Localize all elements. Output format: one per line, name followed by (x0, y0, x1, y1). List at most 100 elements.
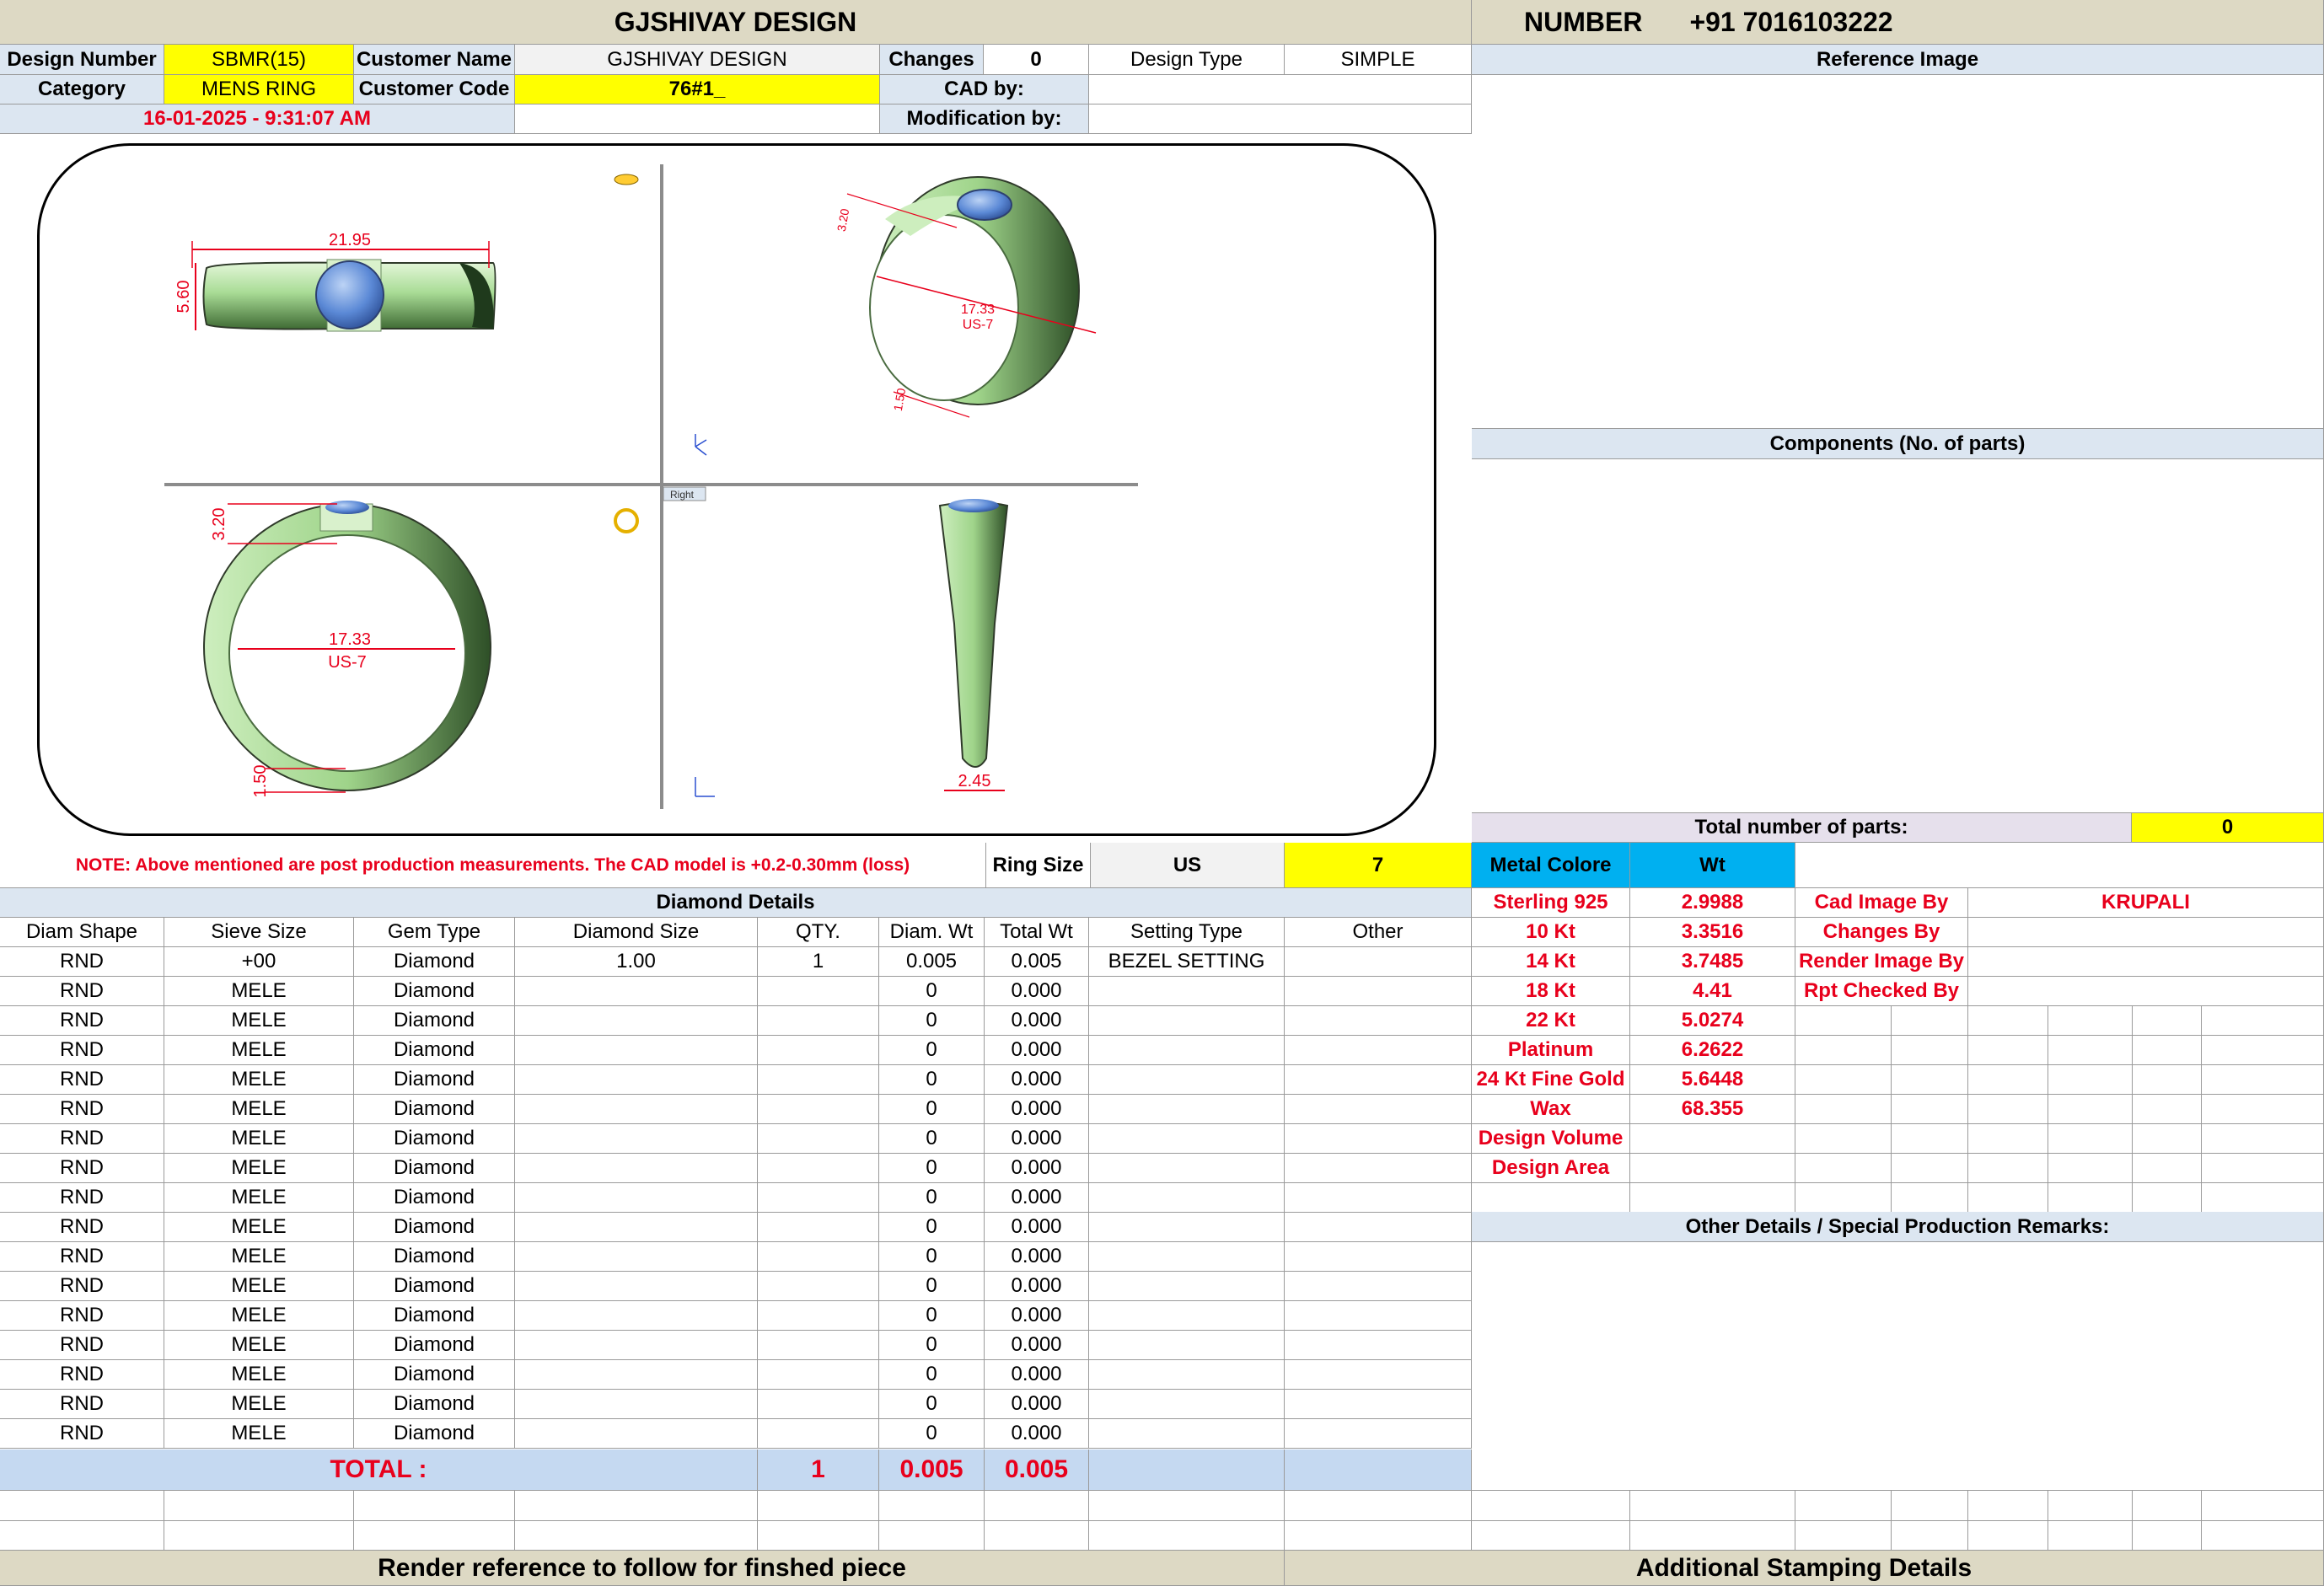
metal-weight[interactable]: 4.41 (1630, 977, 1795, 1006)
diamond-cell[interactable] (1285, 947, 1472, 977)
metal-weight[interactable]: 3.3516 (1630, 918, 1795, 947)
diamond-cell[interactable] (758, 1419, 879, 1449)
blank-grid-cell (2133, 1491, 2202, 1521)
diamond-cell[interactable] (1089, 1419, 1285, 1449)
total-parts-value[interactable]: 0 (2132, 813, 2324, 843)
metal-name: 22 Kt (1472, 1006, 1630, 1036)
diamond-cell[interactable] (515, 1036, 758, 1065)
credit-value[interactable] (1968, 947, 2324, 977)
diamond-cell: 0 (879, 1242, 985, 1272)
diamond-cell[interactable] (1285, 1006, 1472, 1036)
diamond-cell[interactable] (515, 1390, 758, 1419)
diamond-cell[interactable] (515, 1124, 758, 1154)
diamond-cell[interactable] (758, 1390, 879, 1419)
diamond-cell[interactable] (1089, 1213, 1285, 1242)
diamond-cell[interactable] (758, 1006, 879, 1036)
diamond-cell[interactable] (1089, 1272, 1285, 1301)
metal-weight[interactable]: 2.9988 (1630, 888, 1795, 918)
diamond-cell[interactable] (1285, 1124, 1472, 1154)
diamond-cell[interactable] (515, 1360, 758, 1390)
metal-weight[interactable]: 3.7485 (1630, 947, 1795, 977)
diamond-cell[interactable] (515, 1006, 758, 1036)
diamond-cell[interactable] (1089, 1390, 1285, 1419)
diamond-cell[interactable] (1285, 1065, 1472, 1095)
diamond-cell[interactable]: 1 (758, 947, 879, 977)
metal-weight[interactable]: 6.2622 (1630, 1036, 1795, 1065)
metal-weight[interactable] (1630, 1124, 1795, 1154)
diamond-cell[interactable] (515, 1272, 758, 1301)
diamond-cell[interactable] (1285, 1360, 1472, 1390)
diamond-cell[interactable] (758, 1360, 879, 1390)
diamond-cell[interactable] (758, 1213, 879, 1242)
diamond-cell[interactable] (1285, 1331, 1472, 1360)
diamond-cell[interactable] (758, 1183, 879, 1213)
credit-value[interactable] (1968, 977, 2324, 1006)
diamond-cell[interactable] (1285, 1095, 1472, 1124)
diamond-cell[interactable] (515, 1331, 758, 1360)
blank-grid-cell (1968, 1520, 2048, 1551)
diamond-cell[interactable] (758, 977, 879, 1006)
diamond-cell[interactable] (515, 1301, 758, 1331)
diamond-cell[interactable] (758, 1154, 879, 1183)
diamond-cell[interactable] (515, 1065, 758, 1095)
credit-value[interactable] (1968, 918, 2324, 947)
diamond-cell[interactable] (515, 1419, 758, 1449)
diamond-cell[interactable] (1285, 1213, 1472, 1242)
diamond-cell[interactable] (1285, 977, 1472, 1006)
diamond-cell[interactable] (1089, 1360, 1285, 1390)
diamond-cell[interactable] (1285, 1301, 1472, 1331)
credit-value[interactable]: KRUPALI (1968, 888, 2324, 918)
diamond-cell[interactable]: 1.00 (515, 947, 758, 977)
diamond-cell[interactable] (1089, 1095, 1285, 1124)
diamond-cell[interactable] (1089, 1124, 1285, 1154)
diamond-cell[interactable] (758, 1124, 879, 1154)
diamond-cell[interactable] (758, 1095, 879, 1124)
diamond-cell[interactable] (1089, 1301, 1285, 1331)
diamond-cell[interactable] (1285, 1242, 1472, 1272)
diamond-cell[interactable] (1285, 1390, 1472, 1419)
diamond-cell[interactable] (1089, 1331, 1285, 1360)
diamond-cell[interactable] (1285, 1419, 1472, 1449)
diamond-cell: MELE (164, 1419, 354, 1449)
diamond-cell: MELE (164, 1213, 354, 1242)
diamond-cell[interactable] (515, 1242, 758, 1272)
diamond-cell[interactable] (758, 1301, 879, 1331)
metal-weight[interactable] (1630, 1154, 1795, 1183)
ring-size-value[interactable]: 7 (1285, 843, 1472, 888)
diamond-cell[interactable] (758, 1065, 879, 1095)
diamond-cell: MELE (164, 1390, 354, 1419)
metal-weight[interactable]: 5.0274 (1630, 1006, 1795, 1036)
diamond-cell[interactable] (758, 1331, 879, 1360)
diamond-cell[interactable] (758, 1272, 879, 1301)
diamond-cell[interactable] (1285, 1272, 1472, 1301)
diamond-cell[interactable] (515, 1183, 758, 1213)
diamond-cell[interactable] (515, 1154, 758, 1183)
blank-grid-cell (0, 1520, 164, 1551)
phone-header: NUMBER +91 7016103222 (1472, 0, 2324, 45)
diamond-cell[interactable] (1089, 977, 1285, 1006)
grid-cell (2202, 1095, 2324, 1124)
diamond-cell[interactable] (1285, 1183, 1472, 1213)
diamond-cell[interactable] (515, 1213, 758, 1242)
metal-blank (1630, 1183, 1795, 1213)
diamond-cell[interactable]: BEZEL SETTING (1089, 947, 1285, 977)
diamond-cell[interactable] (758, 1242, 879, 1272)
diamond-cell[interactable] (1285, 1036, 1472, 1065)
diamond-cell[interactable] (1089, 1065, 1285, 1095)
diamond-cell[interactable] (1285, 1154, 1472, 1183)
diamond-cell[interactable] (1089, 1154, 1285, 1183)
grid-cell (2048, 1095, 2133, 1124)
metal-name: 10 Kt (1472, 918, 1630, 947)
other-details-area[interactable] (1472, 1242, 2324, 1491)
metal-weight[interactable]: 5.6448 (1630, 1065, 1795, 1095)
diamond-cell[interactable] (515, 1095, 758, 1124)
total-setting-blank (1089, 1449, 1285, 1491)
diamond-cell[interactable] (1089, 1183, 1285, 1213)
metal-weight[interactable]: 68.355 (1630, 1095, 1795, 1124)
diamond-cell[interactable] (758, 1036, 879, 1065)
diamond-cell[interactable] (515, 977, 758, 1006)
diamond-cell[interactable] (1089, 1006, 1285, 1036)
diamond-cell[interactable] (1089, 1242, 1285, 1272)
diamond-cell[interactable] (1089, 1036, 1285, 1065)
diamond-cell: MELE (164, 1095, 354, 1124)
